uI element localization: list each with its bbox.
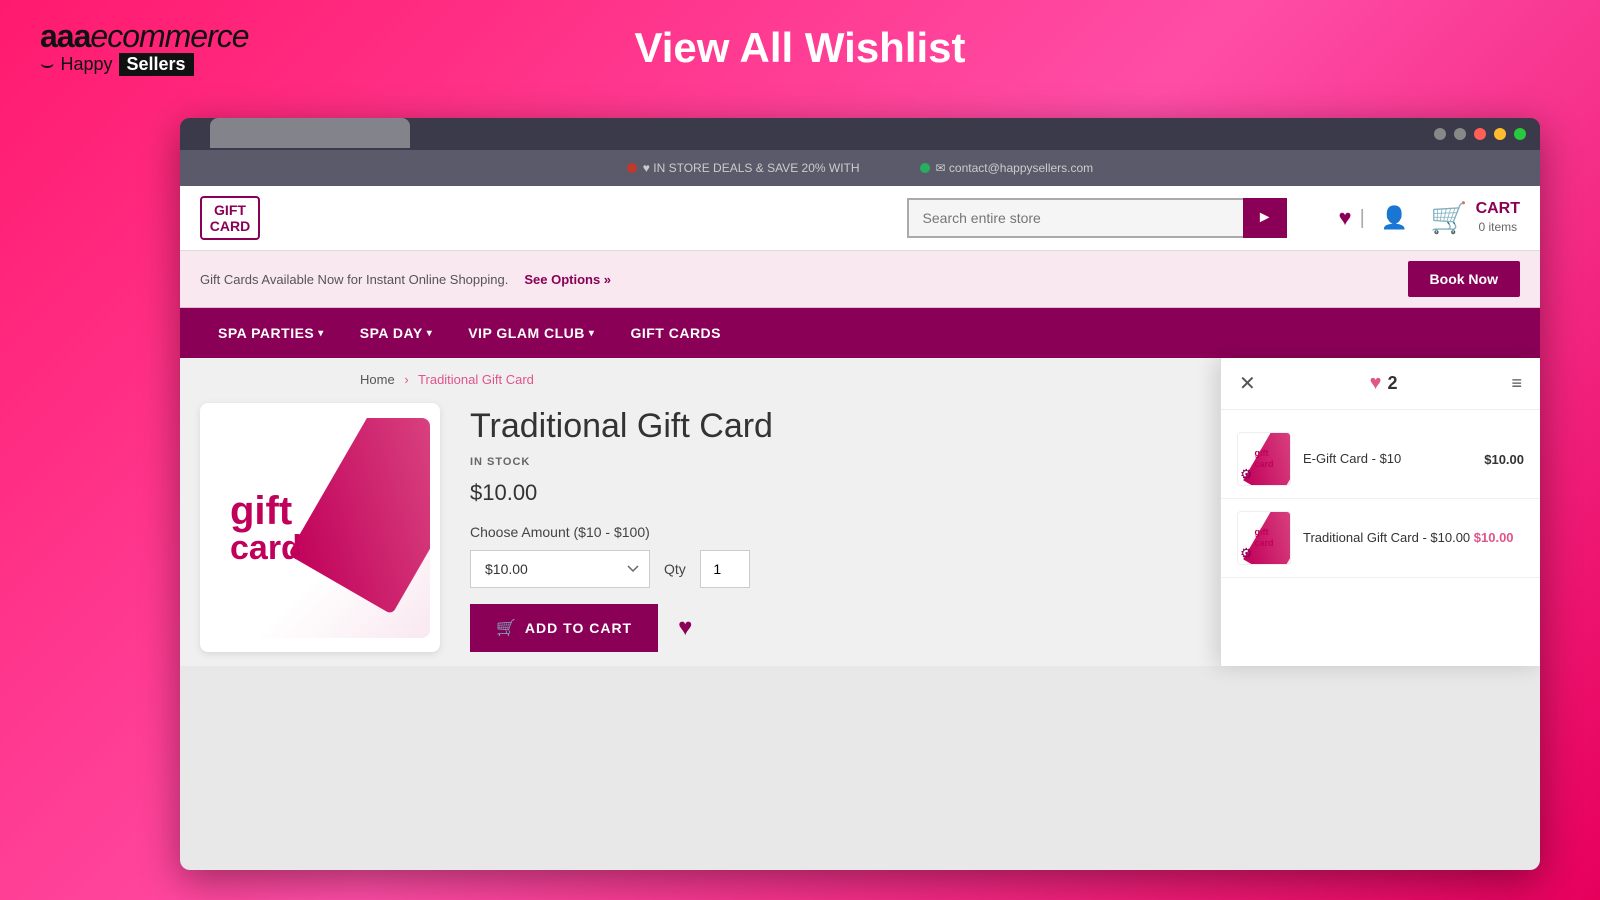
promo-link[interactable]: See Options »	[524, 272, 611, 287]
panel-title: ♥ 2	[1370, 372, 1398, 395]
brand-happy: Happy	[60, 54, 112, 75]
gift-card-visual: gift card	[210, 418, 430, 638]
notif-item-1: ♥ IN STORE DEALS & SAVE 20% WITH	[627, 161, 860, 175]
brand-sellers: Sellers	[119, 53, 194, 76]
wishlist-item-name-1: E-Gift Card - $10	[1303, 451, 1472, 466]
divider-icon: |	[1360, 207, 1365, 230]
cart-basket-icon: 🛒	[1430, 202, 1467, 235]
chevron-down-icon-3: ▾	[589, 328, 595, 339]
top-bar: aaaecommerce ⌣ Happy Sellers View All Wi…	[0, 0, 1600, 95]
notif-text-2: ✉ contact@happysellers.com	[936, 161, 1094, 175]
cart-items-count: 0 items	[1478, 220, 1517, 234]
wishlist-item-name-2: Traditional Gift Card - $10.00 $10.00	[1303, 530, 1524, 545]
logo-subline: ⌣ Happy Sellers	[40, 51, 249, 77]
smile-icon: ⌣	[40, 51, 54, 77]
store-content: ♥ IN STORE DEALS & SAVE 20% WITH ✉ conta…	[180, 150, 1540, 870]
wishlist-item-thumb-2: giftcard ⚙	[1237, 511, 1291, 565]
chevron-down-icon: ▾	[318, 328, 324, 339]
wishlist-item-price-1: $10.00	[1484, 452, 1524, 467]
notif-item-2: ✉ contact@happysellers.com	[920, 161, 1094, 175]
browser-dot-red	[1474, 128, 1486, 140]
panel-menu-button[interactable]: ≡	[1511, 373, 1522, 394]
gift-card-text-card: card	[230, 531, 302, 565]
nav-item-spa-parties[interactable]: SPA PARTIES ▾	[200, 308, 342, 358]
gift-card-text-gift: gift	[230, 491, 292, 531]
notif-dot-green	[920, 163, 930, 173]
wishlist-item[interactable]: giftcard ⚙ E-Gift Card - $10 $10.00	[1221, 420, 1540, 499]
breadcrumb-current: Traditional Gift Card	[418, 372, 534, 387]
wishlist-items: giftcard ⚙ E-Gift Card - $10 $10.00	[1221, 410, 1540, 588]
header-wishlist-icon[interactable]: ♥	[1339, 205, 1352, 231]
wishlist-item-info-2: Traditional Gift Card - $10.00 $10.00	[1303, 530, 1524, 547]
main-content: Home › Traditional Gift Card gift card T…	[180, 358, 1540, 666]
nav-item-gift-cards[interactable]: GIFT CARDS	[612, 308, 739, 358]
nav-item-vip-glam-club[interactable]: VIP GLAM CLUB ▾	[450, 308, 612, 358]
store-header: GIFTCARD ► ♥ | 👤 🛒 CART 0 items	[180, 186, 1540, 251]
thumb-text-2: giftcard	[1254, 527, 1273, 549]
product-image-area: gift card	[200, 403, 440, 652]
browser-dot-gray1	[1434, 128, 1446, 140]
cart-icon: 🛒	[496, 618, 517, 638]
wishlist-item-thumb-1: giftcard ⚙	[1237, 432, 1291, 486]
browser-dot-green	[1514, 128, 1526, 140]
search-bar: ►	[907, 198, 1287, 238]
amount-select[interactable]: $10.00 $25.00 $50.00 $100.00	[470, 550, 650, 588]
nav-menu: SPA PARTIES ▾ SPA DAY ▾ VIP GLAM CLUB ▾ …	[180, 308, 1540, 358]
logo-area: aaaecommerce ⌣ Happy Sellers	[40, 18, 249, 77]
browser-window: ♥ IN STORE DEALS & SAVE 20% WITH ✉ conta…	[180, 118, 1540, 870]
notification-bar: ♥ IN STORE DEALS & SAVE 20% WITH ✉ conta…	[180, 150, 1540, 186]
cart-widget[interactable]: 🛒 CART 0 items	[1430, 200, 1520, 236]
promo-banner: Gift Cards Available Now for Instant Onl…	[180, 251, 1540, 308]
browser-dot-yellow	[1494, 128, 1506, 140]
breadcrumb-separator: ›	[404, 372, 408, 387]
store-logo: GIFTCARD	[200, 196, 260, 240]
wishlist-item-2[interactable]: giftcard ⚙ Traditional Gift Card - $10.0…	[1221, 499, 1540, 578]
notif-dot-red	[627, 163, 637, 173]
chevron-down-icon-2: ▾	[427, 328, 433, 339]
wishlist-item-info-1: E-Gift Card - $10	[1303, 451, 1472, 468]
promo-text: Gift Cards Available Now for Instant Onl…	[200, 272, 508, 287]
qty-label: Qty	[664, 561, 686, 577]
add-to-cart-button[interactable]: 🛒 ADD TO CART	[470, 604, 658, 652]
cart-area: ♥ | 👤 🛒 CART 0 items	[1323, 200, 1520, 236]
cart-icon-wrap: 🛒	[1430, 201, 1467, 236]
notif-text-1: ♥ IN STORE DEALS & SAVE 20% WITH	[643, 161, 860, 175]
brand-name: aaaecommerce	[40, 18, 249, 55]
panel-heart-icon: ♥	[1370, 372, 1382, 395]
wishlist-panel: ✕ ♥ 2 ≡ giftcard ⚙	[1220, 358, 1540, 666]
search-input[interactable]	[907, 198, 1243, 238]
search-button[interactable]: ►	[1243, 198, 1287, 238]
breadcrumb-home[interactable]: Home	[360, 372, 395, 387]
cart-text: CART	[1476, 200, 1520, 218]
browser-tab	[210, 118, 410, 148]
add-to-wishlist-button[interactable]: ♥	[670, 606, 700, 650]
page-title: View All Wishlist	[634, 24, 965, 72]
book-now-button[interactable]: Book Now	[1408, 261, 1520, 297]
browser-dot-gray2	[1454, 128, 1466, 140]
nav-item-spa-day[interactable]: SPA DAY ▾	[342, 308, 450, 358]
gear-icon-1: ⚙	[1240, 466, 1253, 483]
gear-icon-2: ⚙	[1240, 545, 1253, 562]
panel-close-button[interactable]: ✕	[1239, 374, 1256, 394]
wishlist-panel-header: ✕ ♥ 2 ≡	[1221, 358, 1540, 410]
thumb-text-1: giftcard	[1254, 448, 1273, 470]
account-icon[interactable]: 👤	[1381, 205, 1408, 231]
qty-input[interactable]	[700, 550, 750, 588]
cart-label-area: CART 0 items	[1476, 200, 1520, 236]
panel-count: 2	[1388, 373, 1398, 394]
